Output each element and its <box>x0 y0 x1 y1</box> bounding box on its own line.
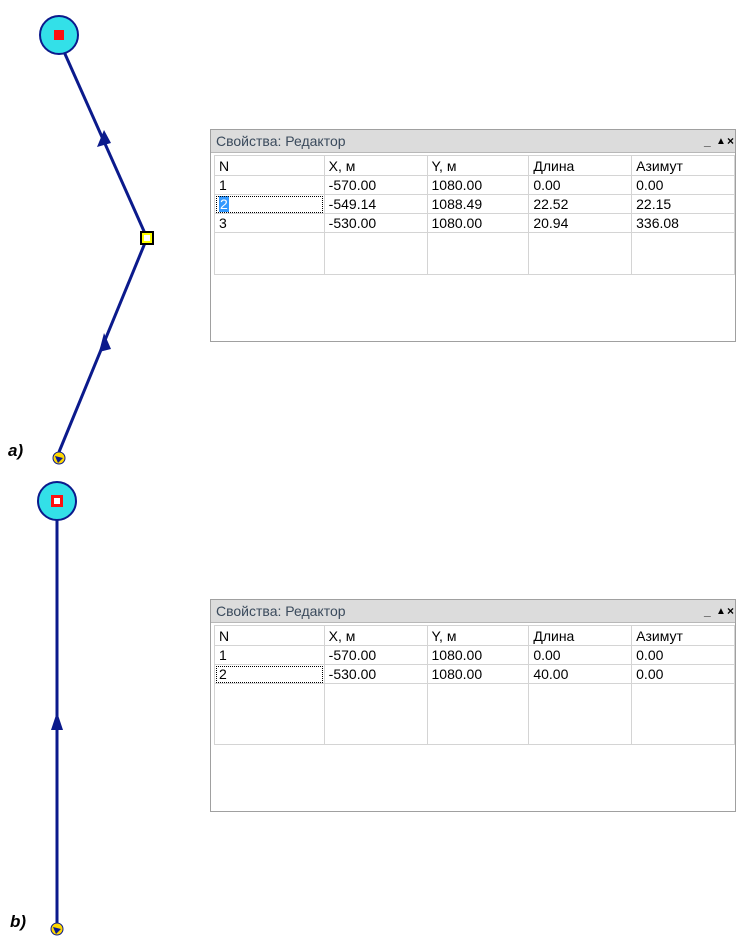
table-cell[interactable]: 22.52 <box>528 194 633 214</box>
minimize-icon[interactable]: _ <box>704 604 711 618</box>
table-cell[interactable]: -530.00 <box>323 213 428 233</box>
table-cell-empty <box>528 683 633 745</box>
properties-panel-a: Свойства: Редактор _ ▲ × N X, м Y, м Дли… <box>210 129 736 342</box>
table-cell[interactable]: 1 <box>214 175 325 195</box>
panel-title: Свойства: Редактор <box>216 603 346 619</box>
column-header[interactable]: N <box>214 625 325 646</box>
column-header[interactable]: X, м <box>323 155 428 176</box>
selected-vertex-marker-icon <box>54 30 64 40</box>
table-cell-empty <box>323 683 428 745</box>
polyline-a[interactable] <box>39 15 154 465</box>
table-row[interactable]: 2 -549.14 1088.49 22.52 22.15 <box>214 194 735 214</box>
close-icon[interactable]: × <box>727 134 734 148</box>
table-cell[interactable]: -549.14 <box>323 194 428 214</box>
table-cell-empty <box>214 232 325 275</box>
column-header[interactable]: Y, м <box>426 155 530 176</box>
table-cell[interactable]: -570.00 <box>323 175 428 195</box>
column-header[interactable]: Длина <box>528 625 633 646</box>
table-cell-empty <box>528 232 633 275</box>
table-cell-empty <box>631 683 735 745</box>
table-header-row: N X, м Y, м Длина Азимут <box>214 155 735 176</box>
vertex-table: N X, м Y, м Длина Азимут 1 -570.00 1080.… <box>214 625 735 745</box>
column-header[interactable]: N <box>214 155 325 176</box>
table-cell-empty <box>214 683 325 745</box>
selected-cell-text: 2 <box>219 196 229 212</box>
column-header[interactable]: Азимут <box>631 155 735 176</box>
table-cell-empty <box>323 232 428 275</box>
table-cell[interactable]: 40.00 <box>528 664 633 684</box>
column-header[interactable]: X, м <box>323 625 428 646</box>
table-row[interactable]: 2 -530.00 1080.00 40.00 0.00 <box>214 664 735 684</box>
table-cell[interactable]: 20.94 <box>528 213 633 233</box>
vertex-table: N X, м Y, м Длина Азимут 1 -570.00 1080.… <box>214 155 735 275</box>
minimize-icon[interactable]: _ <box>704 134 711 148</box>
direction-arrow-icon <box>51 712 63 730</box>
vertex-marker-inner <box>54 498 60 504</box>
table-cell[interactable]: 0.00 <box>631 645 735 665</box>
table-cell-empty <box>426 232 530 275</box>
table-row[interactable]: 1 -570.00 1080.00 0.00 0.00 <box>214 175 735 195</box>
table-cell[interactable]: 336.08 <box>631 213 735 233</box>
table-cell-empty <box>631 232 735 275</box>
table-cell[interactable]: 1080.00 <box>426 213 530 233</box>
table-cell[interactable]: 3 <box>214 213 325 233</box>
column-header[interactable]: Азимут <box>631 625 735 646</box>
vertex-handle-inner <box>144 235 150 241</box>
panel-title: Свойства: Редактор <box>216 133 346 149</box>
panel-titlebar[interactable]: Свойства: Редактор _ ▲ × <box>211 600 735 623</box>
figure-label-b: b) <box>10 912 27 931</box>
table-cell[interactable]: 1080.00 <box>426 664 530 684</box>
table-cell[interactable]: 1088.49 <box>426 194 530 214</box>
table-cell-empty <box>426 683 530 745</box>
table-cell[interactable]: 1080.00 <box>426 645 530 665</box>
table-cell-selected[interactable]: 2 <box>214 194 325 214</box>
column-header[interactable]: Y, м <box>426 625 530 646</box>
table-cell[interactable]: 0.00 <box>631 175 735 195</box>
table-row-empty <box>214 683 735 745</box>
direction-arrow-icon <box>99 333 111 352</box>
collapse-icon[interactable]: ▲ <box>716 606 726 617</box>
table-row[interactable]: 3 -530.00 1080.00 20.94 336.08 <box>214 213 735 233</box>
table-cell[interactable]: -530.00 <box>323 664 428 684</box>
collapse-icon[interactable]: ▲ <box>716 136 726 147</box>
table-cell[interactable]: 0.00 <box>528 175 633 195</box>
column-header[interactable]: Длина <box>528 155 633 176</box>
table-cell-selected[interactable]: 2 <box>214 664 325 684</box>
table-cell[interactable]: 1080.00 <box>426 175 530 195</box>
table-row-empty <box>214 232 735 275</box>
figure-label-a: a) <box>8 441 24 460</box>
table-row[interactable]: 1 -570.00 1080.00 0.00 0.00 <box>214 645 735 665</box>
panel-titlebar[interactable]: Свойства: Редактор _ ▲ × <box>211 130 735 153</box>
table-cell[interactable]: 0.00 <box>528 645 633 665</box>
table-cell[interactable]: 22.15 <box>631 194 735 214</box>
table-header-row: N X, м Y, м Длина Азимут <box>214 625 735 646</box>
properties-panel-b: Свойства: Редактор _ ▲ × N X, м Y, м Дли… <box>210 599 736 812</box>
close-icon[interactable]: × <box>727 604 734 618</box>
table-cell[interactable]: 1 <box>214 645 325 665</box>
table-cell[interactable]: 0.00 <box>631 664 735 684</box>
table-cell[interactable]: -570.00 <box>323 645 428 665</box>
polyline-b[interactable] <box>37 481 77 936</box>
